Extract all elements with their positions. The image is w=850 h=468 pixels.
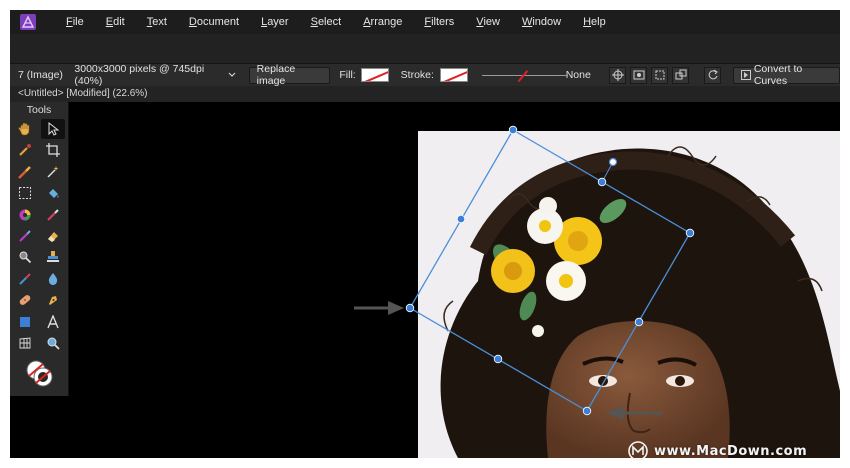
replace-image-button[interactable]: Replace image <box>248 63 331 87</box>
menu-view[interactable]: View <box>465 10 511 34</box>
dodge-icon[interactable] <box>13 247 37 267</box>
clone-brush-icon[interactable] <box>13 226 37 246</box>
rectangle-shape-icon[interactable] <box>13 312 37 332</box>
menu-document[interactable]: Document <box>178 10 250 34</box>
color-picker-icon[interactable] <box>13 140 37 160</box>
menu-file[interactable]: File <box>55 10 95 34</box>
move-arrow-icon[interactable] <box>41 119 65 139</box>
stroke-width-slider[interactable] <box>481 69 568 81</box>
menu-arrange[interactable]: Arrange <box>352 10 413 34</box>
stroke-label: Stroke: <box>400 69 434 81</box>
menu-edit[interactable]: Edit <box>95 10 136 34</box>
eraser-icon[interactable] <box>41 226 65 246</box>
macdown-logo-icon <box>628 441 648 461</box>
tools-panel: Tools <box>10 102 69 396</box>
stroke-swatch[interactable] <box>439 68 468 82</box>
menu-help[interactable]: Help <box>572 10 617 34</box>
crop-icon[interactable] <box>41 140 65 160</box>
convert-to-curves-label: Convert to Curves <box>753 63 803 87</box>
canvas-area[interactable] <box>70 102 840 458</box>
align-center-icon[interactable] <box>609 66 627 84</box>
flood-fill-icon[interactable] <box>41 183 65 203</box>
hand-icon[interactable] <box>13 119 37 139</box>
convert-to-curves-button[interactable]: Convert to Curves <box>732 63 840 87</box>
image-dimensions-label: 3000x3000 pixels @ 745dpi (40%) <box>74 63 205 87</box>
marquee-icon[interactable] <box>13 183 37 203</box>
healing-icon[interactable] <box>13 290 37 310</box>
zoom-icon[interactable] <box>41 333 65 353</box>
annotation-arrows <box>354 301 662 420</box>
chevron-down-icon <box>228 69 236 81</box>
arrow-left-icon <box>607 406 662 420</box>
persona-toolbar <box>10 34 840 64</box>
curves-icon <box>740 70 751 80</box>
mesh-warp-icon[interactable] <box>13 333 37 353</box>
magic-wand-icon[interactable] <box>41 162 65 182</box>
view-eye-icon[interactable] <box>630 66 648 84</box>
watermark: www.MacDown.com <box>628 441 807 461</box>
watermark-text: www.MacDown.com <box>654 443 808 459</box>
transform-icon[interactable] <box>651 66 669 84</box>
affinity-photo-logo-icon <box>19 13 37 31</box>
pen-brush-icon[interactable] <box>41 205 65 225</box>
arrange-icon[interactable] <box>672 66 690 84</box>
text-icon[interactable] <box>41 312 65 332</box>
stamp-icon[interactable] <box>41 247 65 267</box>
blur-drop-icon[interactable] <box>41 269 65 289</box>
color-swatches[interactable] <box>24 358 56 390</box>
color-wheel-icon[interactable] <box>13 205 37 225</box>
smudge-icon[interactable] <box>13 269 37 289</box>
fill-label: Fill: <box>339 69 356 81</box>
app-window: File Edit Text Document Layer Select Arr… <box>10 10 840 458</box>
pen-icon[interactable] <box>41 290 65 310</box>
fill-swatch[interactable] <box>361 68 390 82</box>
document-tab[interactable]: <Untitled> [Modified] (22.6%) <box>10 86 840 102</box>
menu-filters[interactable]: Filters <box>413 10 465 34</box>
menu-window[interactable]: Window <box>511 10 572 34</box>
rotate-icon[interactable] <box>704 66 722 84</box>
menu-layer[interactable]: Layer <box>250 10 300 34</box>
tools-panel-title: Tools <box>26 104 52 116</box>
tool-grid <box>10 119 68 354</box>
menu-bar: File Edit Text Document Layer Select Arr… <box>10 10 840 34</box>
menu-select[interactable]: Select <box>300 10 353 34</box>
stroke-width-value: None <box>565 69 591 81</box>
paint-brush-icon[interactable] <box>13 162 37 182</box>
image-dimensions-dropdown[interactable]: 3000x3000 pixels @ 745dpi (40%) <box>74 63 236 87</box>
menu-text[interactable]: Text <box>136 10 178 34</box>
arrow-right-icon <box>354 301 404 315</box>
layer-name: 7 (Image) <box>18 69 63 81</box>
context-toolbar: 7 (Image) 3000x3000 pixels @ 745dpi (40%… <box>10 63 840 87</box>
